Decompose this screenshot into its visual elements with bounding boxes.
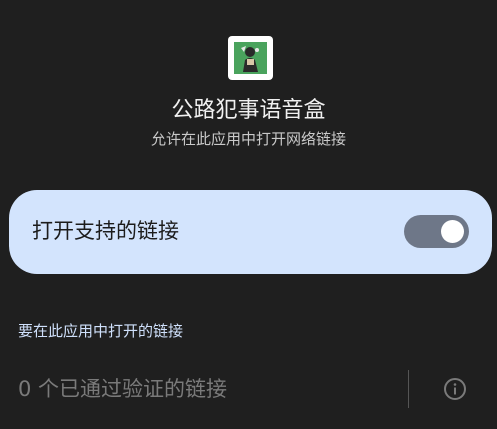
app-icon-image (234, 42, 267, 74)
switch-knob (441, 220, 464, 243)
open-supported-links-card[interactable]: 打开支持的链接 (9, 190, 492, 274)
verified-links-count: 0 个已通过验证的链接 (18, 377, 228, 401)
app-icon (228, 36, 273, 80)
links-section-header: 要在此应用中打开的链接 (18, 322, 184, 340)
divider (408, 370, 409, 408)
open-supported-links-switch[interactable] (404, 215, 469, 248)
info-icon[interactable] (443, 377, 467, 401)
app-title: 公路犯事语音盒 (171, 98, 326, 123)
app-subtitle: 允许在此应用中打开网络链接 (150, 130, 346, 148)
open-supported-links-label: 打开支持的链接 (32, 219, 179, 243)
